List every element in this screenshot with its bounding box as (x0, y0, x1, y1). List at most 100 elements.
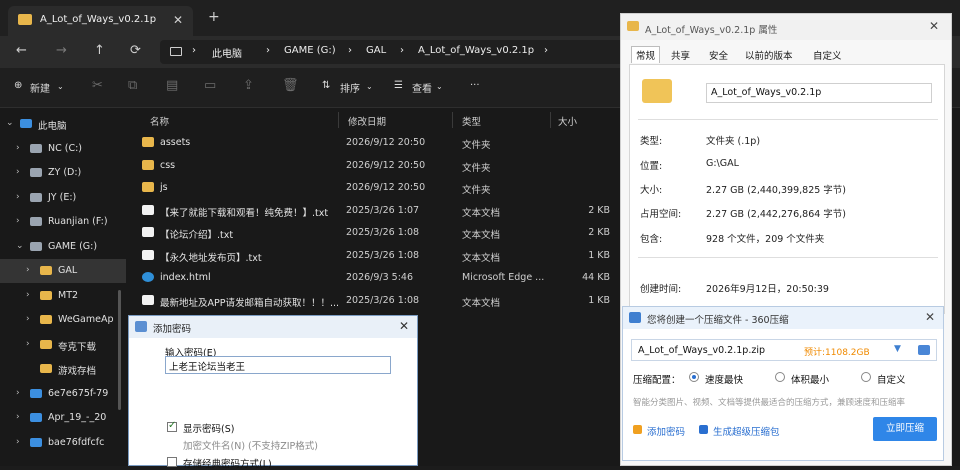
tab-sharing[interactable]: 共享 (671, 48, 690, 62)
chevron-icon[interactable]: › (16, 437, 20, 447)
file-row[interactable]: assets 2026/9/12 20:50 文件夹 (134, 132, 620, 154)
chevron-down-icon[interactable]: ▼ (894, 344, 901, 354)
radio-fastest[interactable] (689, 372, 699, 382)
tab-general[interactable]: 常规 (631, 46, 661, 63)
sidebar-item[interactable]: › NC (C:) (0, 137, 126, 161)
breadcrumb-gal[interactable]: GAL (366, 45, 386, 56)
file-row[interactable]: 【永久地址发布页】.txt 2025/3/26 1:08 文本文档 1 KB (134, 245, 620, 267)
file-row[interactable]: css 2026/9/12 20:50 文件夹 (134, 155, 620, 177)
folder-name-field[interactable]: A_Lot_of_Ways_v0.2.1p (706, 83, 932, 103)
column-header-type[interactable]: 类型 (462, 114, 481, 128)
cut-icon[interactable]: ✂ (92, 78, 103, 93)
column-header-name[interactable]: 名称 (150, 114, 169, 128)
chevron-icon[interactable]: › (16, 388, 20, 398)
tab-previous-versions[interactable]: 以前的版本 (745, 48, 793, 62)
column-divider[interactable] (550, 112, 551, 128)
sort-button[interactable]: 排序 (340, 80, 360, 95)
chevron-icon[interactable]: › (26, 265, 30, 275)
radio-custom-label[interactable]: 自定义 (877, 372, 906, 386)
breadcrumb-current[interactable]: A_Lot_of_Ways_v0.2.1p (418, 45, 534, 56)
chevron-icon[interactable]: › (16, 192, 20, 202)
save-password-label[interactable]: 存储经典密码方式(L) (183, 456, 272, 470)
sidebar-item-label: GAME (G:) (48, 240, 98, 252)
sort-icon[interactable]: ⇅ (322, 80, 330, 91)
column-divider[interactable] (338, 112, 339, 128)
new-tab-button[interactable]: + (208, 9, 220, 25)
chevron-icon[interactable]: ⌄ (6, 118, 14, 128)
sidebar-item[interactable]: › Ruanjian (F:) (0, 210, 126, 234)
breadcrumb-sep: › (192, 45, 196, 56)
archive-filename[interactable]: A_Lot_of_Ways_v0.2.1p.zip (638, 345, 765, 356)
tab-customize[interactable]: 自定义 (813, 48, 842, 62)
sidebar-item[interactable]: › 6e7e675f-79 (0, 382, 126, 406)
rename-icon[interactable]: ▭ (204, 78, 216, 93)
radio-fastest-label[interactable]: 速度最快 (705, 372, 743, 386)
file-row[interactable]: 最新地址及APP请发邮箱自动获取！！！... 2025/3/26 1:08 文本文档… (134, 290, 620, 312)
breadcrumb-this-pc[interactable]: 此电脑 (212, 45, 242, 60)
up-button[interactable]: ↑ (94, 43, 105, 58)
sidebar-item[interactable]: › JY (E:) (0, 186, 126, 210)
forward-button[interactable]: → (56, 43, 67, 58)
file-row[interactable]: 【论坛介绍】.txt 2025/3/26 1:08 文本文档 2 KB (134, 222, 620, 244)
sidebar-item[interactable]: › WeGameAp (0, 308, 126, 332)
sidebar-scrollbar[interactable] (118, 290, 121, 410)
sidebar-item[interactable]: › MT2 (0, 284, 126, 308)
show-password-label[interactable]: 显示密码(S) (183, 421, 234, 435)
chevron-icon[interactable]: › (26, 290, 30, 300)
column-header-date[interactable]: 修改日期 (348, 114, 386, 128)
sidebar-item[interactable]: 游戏存档 (0, 357, 126, 381)
new-button[interactable]: 新建 (30, 80, 50, 95)
close-icon[interactable]: ✕ (399, 319, 409, 333)
breadcrumb[interactable]: › 此电脑 › GAME (G:) › GAL › A_Lot_of_Ways_… (160, 40, 630, 64)
breadcrumb-game-drive[interactable]: GAME (G:) (284, 45, 336, 56)
add-password-link[interactable]: 添加密码 (647, 424, 685, 438)
tab-security[interactable]: 安全 (709, 48, 728, 62)
radio-smallest-label[interactable]: 体积最小 (791, 372, 829, 386)
explorer-tab[interactable]: A_Lot_of_Ways_v0.2.1p ✕ (8, 6, 193, 36)
paste-icon[interactable]: ▤ (166, 78, 178, 93)
column-header-size[interactable]: 大小 (558, 114, 577, 128)
sidebar-item[interactable]: › bae76fdfcfc (0, 431, 126, 455)
chevron-icon[interactable]: ⌄ (16, 241, 24, 251)
password-input[interactable]: 上老王论坛当老王 (165, 356, 391, 374)
archive-path-field[interactable]: A_Lot_of_Ways_v0.2.1p.zip 预计:1108.2GB ▼ (631, 339, 937, 361)
close-icon[interactable]: ✕ (925, 310, 935, 324)
file-row[interactable]: 【来了就能下载和观看！纯免费！】.txt 2025/3/26 1:07 文本文档 2 … (134, 200, 620, 222)
super-archive-link[interactable]: 生成超级压缩包 (713, 424, 780, 438)
folder-icon (30, 437, 42, 447)
share-icon[interactable]: ⇪ (243, 78, 254, 93)
more-button[interactable]: ··· (470, 80, 480, 91)
view-button[interactable]: 查看 (412, 80, 432, 95)
delete-icon[interactable]: 🗑 (282, 78, 299, 93)
chevron-icon[interactable]: › (16, 412, 20, 422)
copy-icon[interactable]: ⧉ (128, 78, 137, 93)
sidebar-item[interactable]: ⌄ GAME (G:) (0, 235, 126, 259)
chevron-icon[interactable]: › (16, 143, 20, 153)
close-tab-icon[interactable]: ✕ (173, 13, 183, 27)
file-name: 【来了就能下载和观看！纯免费！】.txt (160, 207, 329, 219)
file-date: 2025/3/26 1:07 (346, 204, 420, 216)
sidebar-item[interactable]: › 夸克下载 (0, 333, 126, 357)
chevron-icon[interactable]: › (26, 314, 30, 324)
show-password-checkbox[interactable] (167, 420, 177, 432)
view-icon[interactable]: ☰ (394, 80, 403, 91)
sidebar-item[interactable]: ⌄ 此电脑 (0, 112, 126, 136)
refresh-button[interactable]: ⟳ (130, 43, 141, 58)
prop-key-type: 类型: (640, 136, 663, 147)
browse-folder-icon[interactable] (918, 345, 930, 355)
radio-custom[interactable] (861, 372, 871, 382)
radio-smallest[interactable] (775, 372, 785, 382)
new-icon[interactable]: ⊕ (14, 80, 22, 91)
chevron-icon[interactable]: › (16, 216, 20, 226)
column-divider[interactable] (452, 112, 453, 128)
close-icon[interactable]: ✕ (929, 19, 939, 33)
sidebar-item[interactable]: › ZY (D:) (0, 161, 126, 185)
chevron-icon[interactable]: › (16, 167, 20, 177)
back-button[interactable]: ← (16, 43, 27, 58)
sidebar-item[interactable]: › GAL (0, 259, 126, 283)
file-row[interactable]: js 2026/9/12 20:50 文件夹 (134, 177, 620, 199)
sidebar-item[interactable]: › Apr_19_-_20 (0, 406, 126, 430)
compress-now-button[interactable]: 立即压缩 (873, 417, 937, 441)
chevron-icon[interactable]: › (26, 339, 30, 349)
file-row[interactable]: index.html 2026/9/3 5:46 Microsoft Edge ..… (134, 267, 620, 289)
